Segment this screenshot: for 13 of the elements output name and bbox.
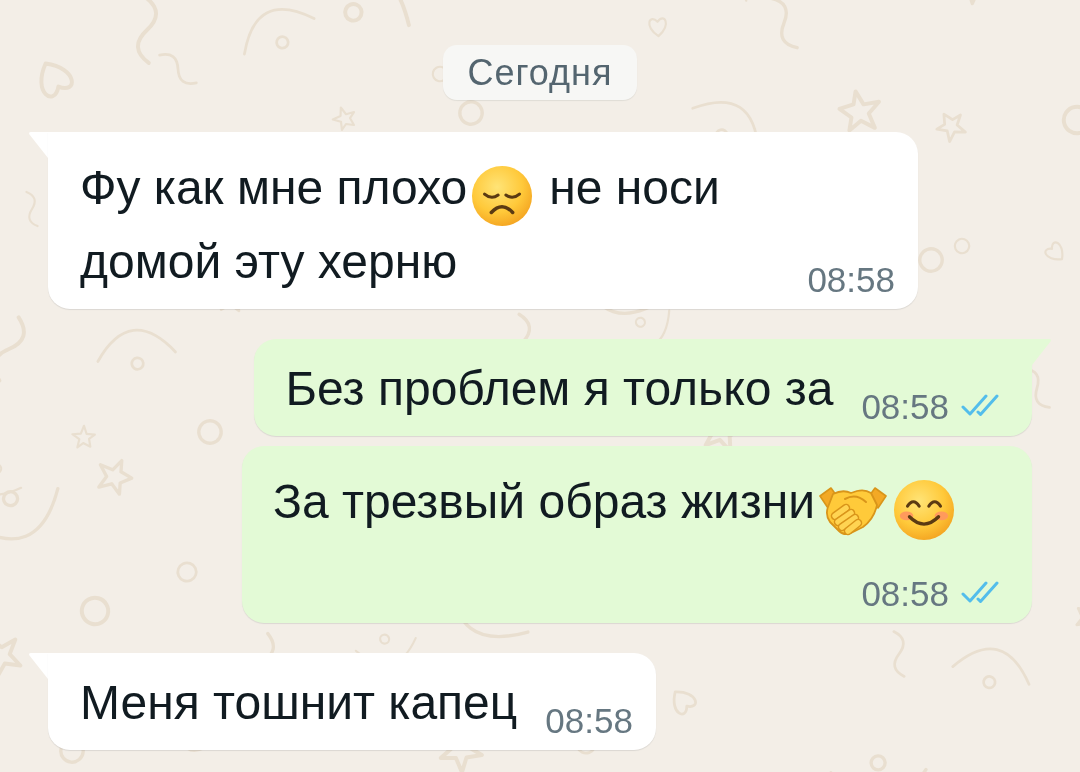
message-text: Без проблем я только за xyxy=(285,361,834,417)
message-text: не носи xyxy=(549,159,720,216)
date-chip: Сегодня xyxy=(442,45,638,100)
message-text: За трезвый образ жизни xyxy=(273,473,816,530)
message-time: 08:58 xyxy=(861,574,949,614)
message-time: 08:58 xyxy=(861,387,949,427)
smiling-face-emoji-icon xyxy=(893,479,956,541)
message-time: 08:58 xyxy=(545,701,633,741)
message-text: Фу как мне плохо xyxy=(80,159,468,216)
message-text: домой эту херню xyxy=(80,234,458,290)
message-time: 08:58 xyxy=(807,260,895,300)
message-text: Меня тошнит капец xyxy=(80,675,518,731)
sad-face-emoji-icon xyxy=(471,165,534,227)
